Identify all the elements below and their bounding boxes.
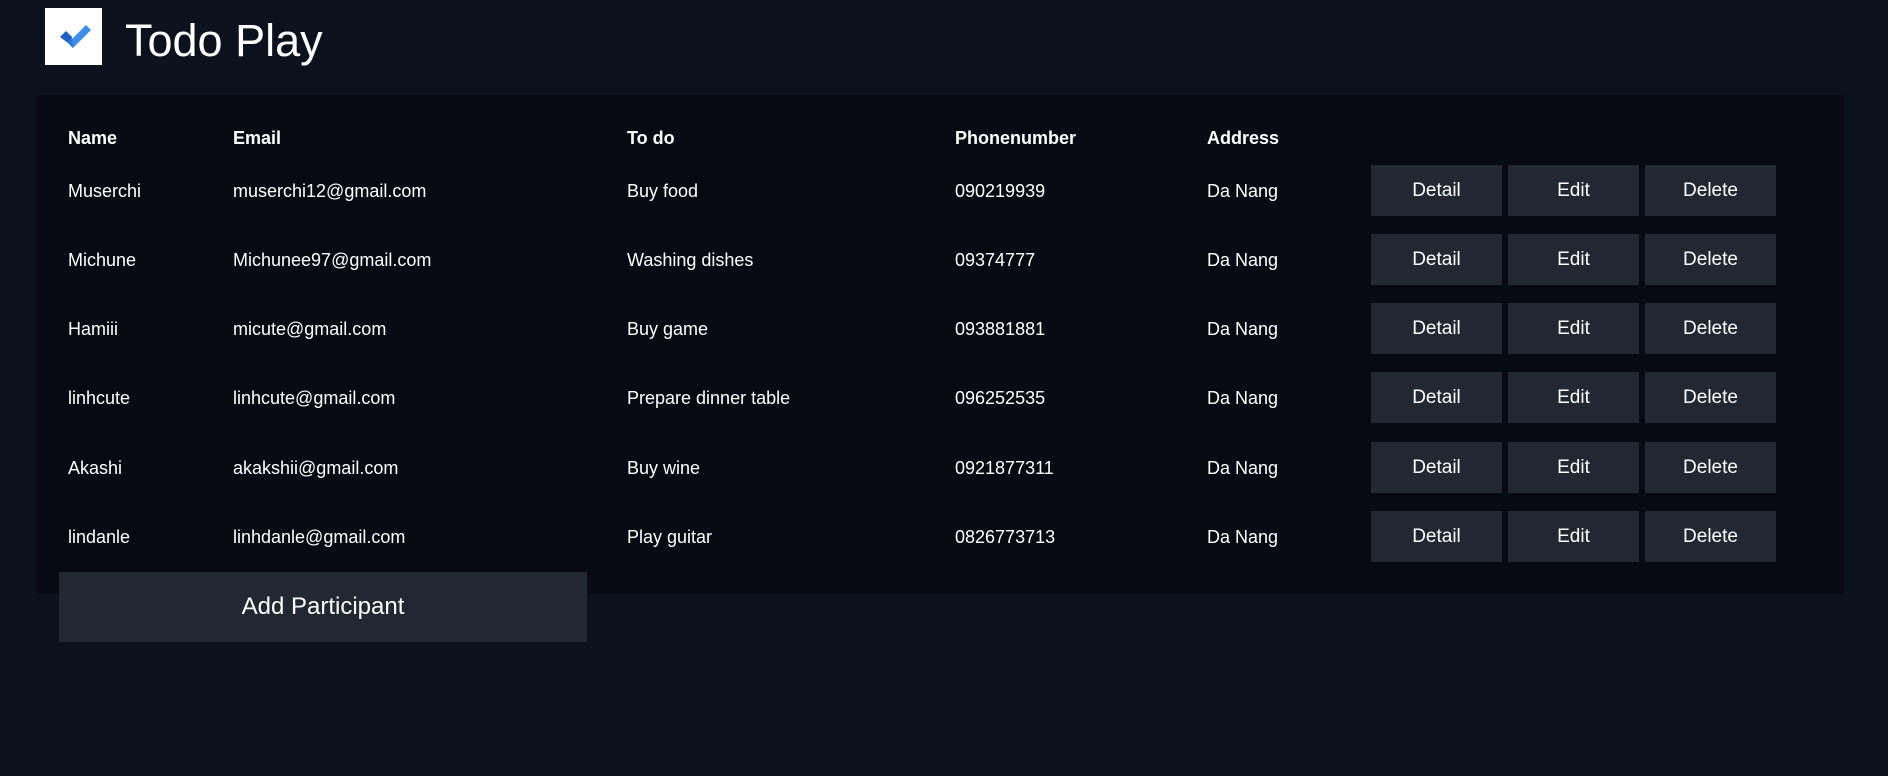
cell-name: Michune (68, 250, 137, 270)
delete-button[interactable]: Delete (1645, 372, 1776, 423)
cell-name: linhcute (68, 388, 131, 408)
participants-table: Name Email To do Phonenumber Address Muserch… (37, 95, 1844, 594)
cell-name: lindanle (68, 527, 131, 547)
edit-button[interactable]: Edit (1508, 165, 1639, 216)
add-participant-button[interactable]: Add Participant (59, 572, 587, 642)
edit-button[interactable]: Edit (1508, 234, 1639, 285)
cell-name: Hamiii (68, 319, 119, 339)
app-logo (45, 7, 102, 65)
detail-button[interactable]: Detail (1371, 511, 1502, 562)
cell-todo: Buy wine (627, 458, 701, 478)
table-row: Akashi akakshii@gmail.com Buy wine 09218773… (37, 442, 1844, 494)
cell-todo: Play guitar (627, 527, 713, 547)
cell-phone: 0921877311 (955, 458, 1054, 478)
table-header: Name Email To do Phonenumber Address (37, 112, 1844, 164)
cell-address: Da Nang (1207, 319, 1279, 339)
cell-email: akakshii@gmail.com (233, 458, 399, 478)
cell-phone: 0826773713 (955, 527, 1056, 547)
edit-button[interactable]: Edit (1508, 442, 1639, 493)
delete-button[interactable]: Delete (1645, 303, 1776, 354)
cell-phone: 09374777 (955, 250, 1036, 270)
detail-button[interactable]: Detail (1371, 372, 1502, 423)
cell-name: Muserchi (68, 181, 142, 201)
header-phone: Phonenumber (955, 128, 1077, 148)
delete-button[interactable]: Delete (1645, 511, 1776, 562)
header-email: Email (233, 128, 282, 148)
cell-phone: 093881881 (955, 319, 1046, 339)
cell-email: Michunee97@gmail.com (233, 250, 432, 270)
cell-address: Da Nang (1207, 527, 1279, 547)
detail-button[interactable]: Detail (1371, 303, 1502, 354)
table-row: lindanle linhdanle@gmail.com Play guitar 08… (37, 511, 1844, 563)
cell-address: Da Nang (1207, 458, 1279, 478)
cell-todo: Buy food (627, 181, 699, 201)
cell-address: Da Nang (1207, 388, 1279, 408)
delete-button[interactable]: Delete (1645, 165, 1776, 216)
cell-todo: Buy game (627, 319, 709, 339)
cell-phone: 096252535 (955, 388, 1046, 408)
page-title: Todo Play (125, 14, 323, 66)
table-row: linhcute linhcute@gmail.com Prepare dinner… (37, 372, 1844, 424)
cell-phone: 090219939 (955, 181, 1046, 201)
cell-todo: Prepare dinner table (627, 388, 791, 408)
table-row: Hamiii micute@gmail.com Buy game 093881881 D… (37, 303, 1844, 355)
edit-button[interactable]: Edit (1508, 303, 1639, 354)
detail-button[interactable]: Detail (1371, 234, 1502, 285)
edit-button[interactable]: Edit (1508, 372, 1639, 423)
delete-button[interactable]: Delete (1645, 442, 1776, 493)
cell-email: muserchi12@gmail.com (233, 181, 427, 201)
cell-address: Da Nang (1207, 250, 1279, 270)
cell-address: Da Nang (1207, 181, 1279, 201)
checkmark-icon (59, 25, 91, 48)
app-header: Todo Play (45, 5, 323, 67)
header-address: Address (1207, 128, 1280, 148)
detail-button[interactable]: Detail (1371, 442, 1502, 493)
table-row: Muserchi muserchi12@gmail.com Buy food 0902… (37, 165, 1844, 217)
edit-button[interactable]: Edit (1508, 511, 1639, 562)
header-todo: To do (627, 128, 675, 148)
delete-button[interactable]: Delete (1645, 234, 1776, 285)
cell-email: linhdanle@gmail.com (233, 527, 406, 547)
cell-todo: Washing dishes (627, 250, 754, 270)
cell-email: micute@gmail.com (233, 319, 387, 339)
cell-name: Akashi (68, 458, 123, 478)
detail-button[interactable]: Detail (1371, 165, 1502, 216)
table-row: Michune Michunee97@gmail.com Washing dishe… (37, 234, 1844, 286)
header-name: Name (68, 128, 118, 148)
cell-email: linhcute@gmail.com (233, 388, 396, 408)
